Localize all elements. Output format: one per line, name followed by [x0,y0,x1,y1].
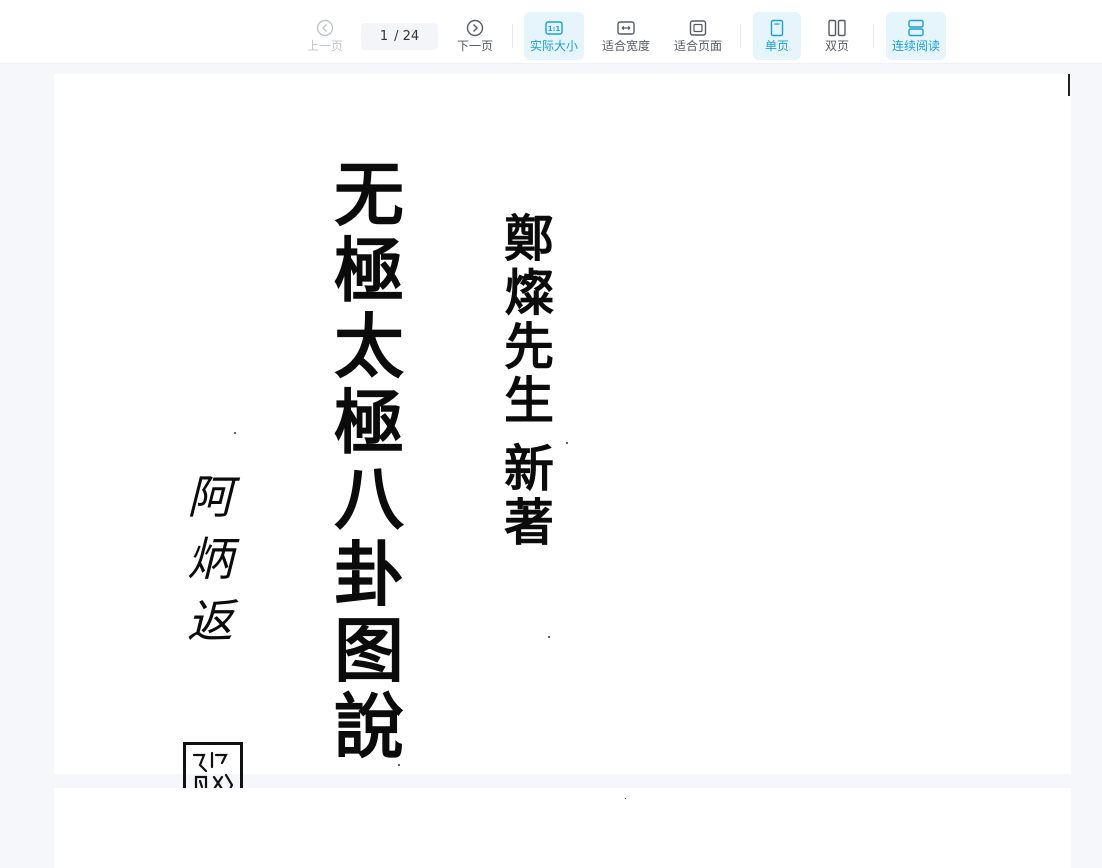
toolbar-divider [740,24,741,48]
double-page-label: 双页 [824,39,849,53]
next-page-label: 下一页 [456,39,493,53]
signature-char: 返 [187,594,233,648]
total-pages: / 24 [394,29,420,44]
title-char: 極 [334,381,404,464]
current-page-input[interactable]: 1 [380,29,388,44]
title-char: 无 [334,153,404,236]
signature-char: 阿 [187,470,233,524]
title-char: 極 [334,229,404,312]
actual-size-label: 实际大小 [529,39,578,53]
continuous-reading-icon [908,19,924,37]
author-char: 燦 [504,263,554,322]
next-page-button[interactable]: 下一页 [452,12,498,60]
fit-width-icon [617,21,635,35]
scrollbar-thumb[interactable] [1068,74,1070,96]
author-calligraphy: 鄭 燦 先 生 新 著 [504,214,554,552]
prev-page-label: 上一页 [306,39,343,53]
author-char: 著 [504,493,554,552]
chevron-left-circle-icon [316,19,334,37]
document-page-1: 无 極 太 極 八 卦 图 說 鄭 燦 先 生 新 著 阿 炳 返 [54,74,1071,802]
chevron-right-circle-icon [466,19,484,37]
toolbar-divider [873,24,874,48]
double-page-button[interactable]: 双页 [813,12,861,60]
title-calligraphy: 无 極 太 極 八 卦 图 說 [334,160,404,768]
paper-speck [234,432,236,434]
continuous-reading-label: 连续阅读 [891,39,940,53]
single-page-label: 单页 [764,39,789,53]
actual-size-icon-text: 1:1 [548,25,561,33]
fit-width-button[interactable]: 适合宽度 [596,12,656,60]
single-page-button[interactable]: 单页 [753,12,801,60]
title-char: 說 [334,685,404,768]
document-page-2 [54,788,1071,868]
toolbar-divider [512,24,513,48]
actual-size-icon: 1:1 [545,21,563,35]
title-char: 卦 [334,533,404,616]
prev-page-button[interactable]: 上一页 [302,12,348,60]
signature-calligraphy: 阿 炳 返 [187,474,233,660]
double-page-icon [828,19,846,37]
fit-width-label: 适合宽度 [601,39,650,53]
title-char: 八 [334,457,404,540]
continuous-reading-button[interactable]: 连续阅读 [886,12,946,60]
author-char: 先 [504,317,554,376]
actual-size-button[interactable]: 1:1 实际大小 [524,12,584,60]
fit-page-label: 适合页面 [673,39,722,53]
paper-speck [548,636,550,638]
page-indicator[interactable]: 1 / 24 [361,23,438,50]
document-viewer[interactable]: 无 極 太 極 八 卦 图 說 鄭 燦 先 生 新 著 阿 炳 返 [0,64,1102,868]
paper-speck [398,764,400,766]
viewer-toolbar: 上一页 1 / 24 下一页 1:1 实际大小 适合宽度 适合页面 单页 双页 … [0,0,1102,64]
signature-char: 炳 [187,532,233,586]
fit-page-icon [689,20,707,36]
paper-speck [625,798,626,799]
paper-speck [566,442,568,444]
title-char: 太 [334,305,404,388]
author-char: 新 [504,439,554,498]
fit-page-button[interactable]: 适合页面 [668,12,728,60]
author-char: 生 [504,371,554,430]
single-page-icon [770,19,784,37]
author-char: 鄭 [504,209,554,268]
title-char: 图 [334,609,404,692]
